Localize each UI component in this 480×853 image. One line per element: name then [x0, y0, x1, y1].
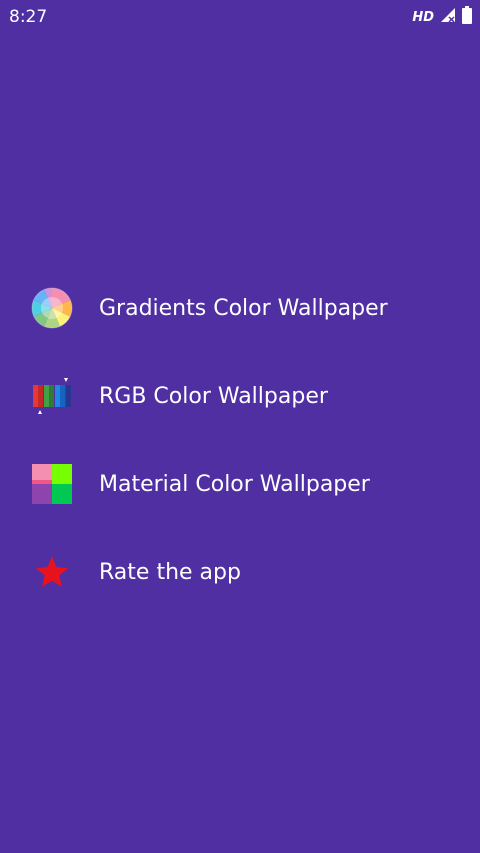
status-icons: HD — [412, 5, 472, 29]
menu-item-rate[interactable]: Rate the app — [0, 528, 480, 616]
main-menu: Gradients Color Wallpaper RGB Color Wall… — [0, 264, 480, 616]
network-type-label: HD — [412, 9, 434, 25]
status-time: 8:27 — [9, 7, 48, 27]
menu-item-gradients[interactable]: Gradients Color Wallpaper — [0, 264, 480, 352]
menu-item-label: Rate the app — [99, 559, 241, 585]
star-icon — [30, 550, 74, 594]
rgb-bars-icon — [30, 374, 74, 418]
menu-item-rgb[interactable]: RGB Color Wallpaper — [0, 352, 480, 440]
status-bar: 8:27 HD — [0, 0, 480, 34]
signal-icon — [440, 7, 456, 28]
material-squares-icon — [30, 462, 74, 506]
menu-item-label: Gradients Color Wallpaper — [99, 295, 388, 321]
menu-item-material[interactable]: Material Color Wallpaper — [0, 440, 480, 528]
color-wheel-icon — [30, 286, 74, 330]
menu-item-label: Material Color Wallpaper — [99, 471, 370, 497]
menu-item-label: RGB Color Wallpaper — [99, 383, 328, 409]
battery-icon — [462, 5, 472, 29]
